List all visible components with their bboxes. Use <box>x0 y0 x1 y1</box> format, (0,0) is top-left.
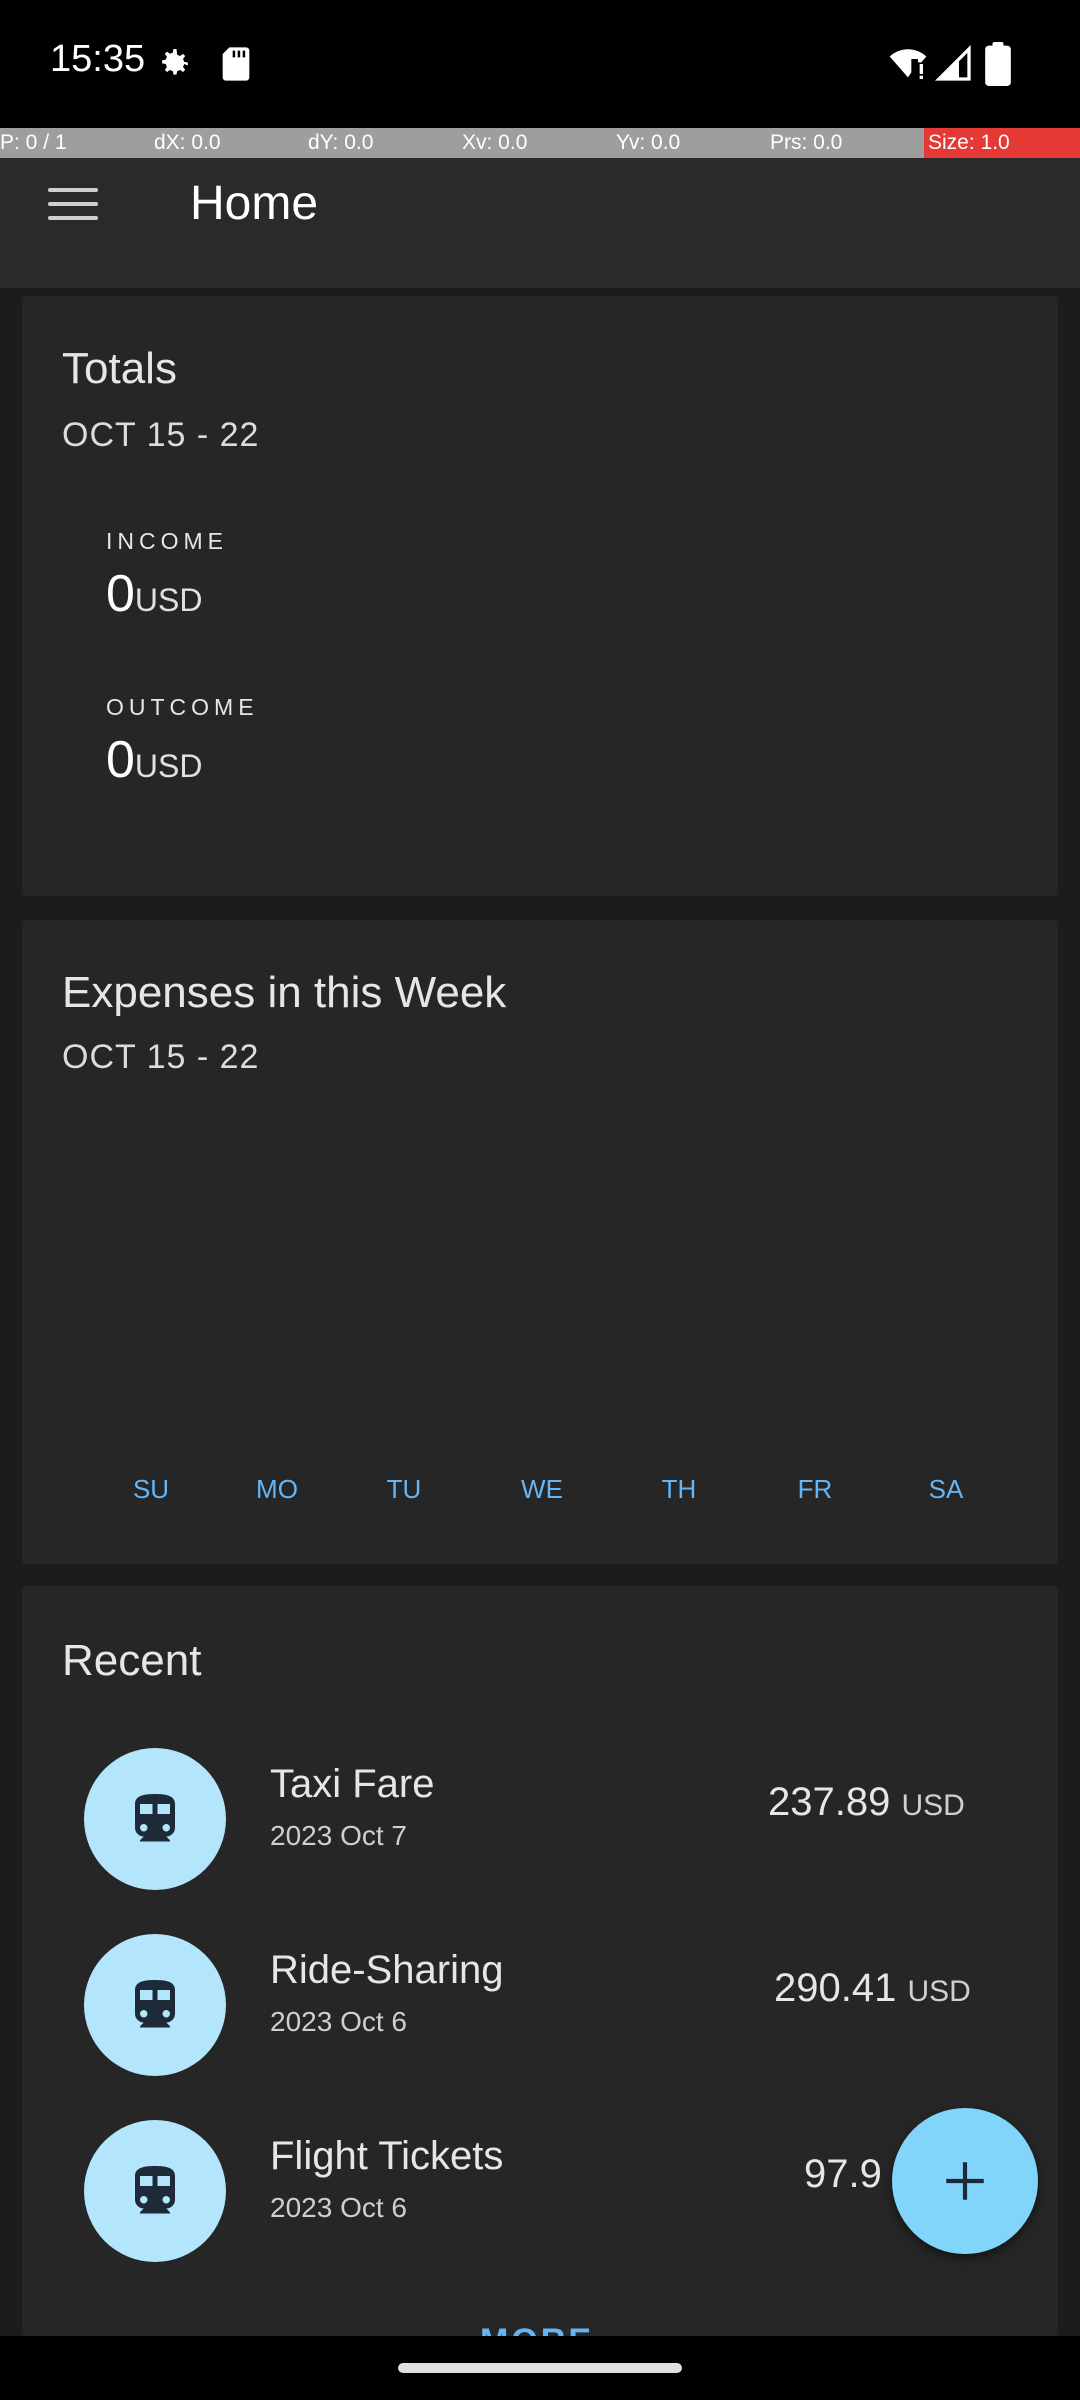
transaction-row[interactable]: Taxi Fare 2023 Oct 7 237.89 USD <box>74 1724 1054 1908</box>
debug-size: Size: 1.0 <box>924 128 1080 158</box>
transaction-amount: 237.89 USD <box>768 1780 965 1825</box>
totals-title: Totals <box>62 344 177 393</box>
day-tuesday[interactable]: TU <box>356 1450 452 1528</box>
battery-icon <box>985 42 1011 86</box>
transaction-date: 2023 Oct 6 <box>270 2192 407 2223</box>
train-icon <box>135 2166 175 2214</box>
gear-icon <box>162 49 188 75</box>
amount-value: 290.41 <box>774 1966 897 2010</box>
debug-dx: dX: 0.0 <box>154 131 221 154</box>
category-avatar <box>84 1748 226 1890</box>
income-amount: 0 <box>106 565 135 623</box>
outcome-currency: USD <box>134 748 203 784</box>
sd-card-icon <box>222 47 250 81</box>
day-monday[interactable]: MO <box>228 1450 326 1528</box>
amount-currency: USD <box>901 1789 965 1822</box>
category-avatar <box>84 2120 226 2262</box>
outcome-amount: 0 <box>106 731 135 789</box>
transaction-amount: 97.9 <box>804 2152 882 2197</box>
day-wednesday[interactable]: WE <box>484 1450 600 1528</box>
transaction-name: Ride-Sharing <box>270 1948 504 1992</box>
amount-currency: USD <box>907 1975 971 2008</box>
transaction-name: Flight Tickets <box>270 2134 504 2178</box>
day-thursday[interactable]: TH <box>624 1450 734 1528</box>
totals-card: Totals OCT 15 - 22 INCOME 0USD OUTCOME 0… <box>22 296 1058 896</box>
add-transaction-button[interactable] <box>892 2108 1038 2254</box>
transaction-date: 2023 Oct 7 <box>270 1820 407 1851</box>
income-label: INCOME <box>106 528 228 554</box>
debug-pointer: P: 0 / 1 <box>0 131 67 154</box>
debug-prs: Prs: 0.0 <box>770 131 843 154</box>
status-time: 15:35 <box>50 38 146 80</box>
income-value: 0USD <box>106 564 202 624</box>
day-friday[interactable]: FR <box>760 1450 870 1528</box>
hamburger-menu-icon[interactable] <box>48 188 98 224</box>
category-avatar <box>84 1934 226 2076</box>
wifi-alert-icon <box>889 49 927 79</box>
income-currency: USD <box>134 582 203 618</box>
outcome-value: 0USD <box>106 730 202 790</box>
weekly-title: Expenses in this Week <box>62 968 507 1017</box>
cell-signal-icon <box>934 44 971 81</box>
status-bar: 15:35 <box>0 0 1080 128</box>
weekly-range: OCT 15 - 22 <box>62 1038 260 1076</box>
transaction-amount: 290.41 USD <box>774 1966 971 2011</box>
pointer-debug-bar: P: 0 / 1 dX: 0.0 dY: 0.0 Xv: 0.0 Yv: 0.0… <box>0 128 1080 158</box>
outcome-label: OUTCOME <box>106 694 259 720</box>
recent-title: Recent <box>62 1636 202 1685</box>
debug-yv: Yv: 0.0 <box>616 131 681 154</box>
debug-xv: Xv: 0.0 <box>462 131 528 154</box>
transaction-date: 2023 Oct 6 <box>270 2006 407 2037</box>
transaction-row[interactable]: Ride-Sharing 2023 Oct 6 290.41 USD <box>74 1910 1054 2094</box>
amount-value: 237.89 <box>768 1780 891 1824</box>
totals-range: OCT 15 - 22 <box>62 416 260 454</box>
day-sunday[interactable]: SU <box>76 1450 226 1528</box>
train-icon <box>135 1980 175 2028</box>
debug-dy: dY: 0.0 <box>308 131 374 154</box>
train-icon <box>135 1794 175 1842</box>
app-bar <box>0 158 1080 288</box>
transaction-name: Taxi Fare <box>270 1762 435 1806</box>
plus-icon <box>946 2162 984 2200</box>
day-saturday[interactable]: SA <box>892 1450 1000 1528</box>
home-gesture-handle[interactable] <box>398 2363 682 2373</box>
page-title: Home <box>190 177 319 230</box>
amount-value: 97.9 <box>804 2152 882 2196</box>
